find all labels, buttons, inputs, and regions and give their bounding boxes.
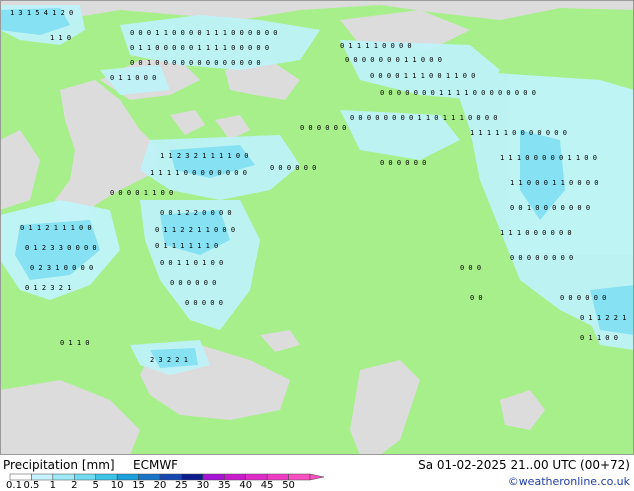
product-title: Precipitation [mm] bbox=[3, 458, 115, 472]
svg-text:1 1 0: 1 1 0 bbox=[50, 34, 71, 42]
legend-tick-label: 15 bbox=[132, 480, 145, 491]
legend-tick-label: 45 bbox=[260, 480, 274, 491]
legend-tick-label: 40 bbox=[239, 480, 253, 491]
svg-text:1 1 0 0 0 1 1 0 0 0 0: 1 1 0 0 0 1 1 0 0 0 0 bbox=[510, 179, 599, 187]
svg-text:0 0 1 0 0 0 0 0 0 0 0 0 0 0 0: 0 0 1 0 0 0 0 0 0 0 0 0 0 0 0 0 bbox=[130, 59, 261, 67]
legend-tick-label: 35 bbox=[217, 480, 231, 491]
svg-text:0 1 1 2 2 1 1 0 0 0: 0 1 1 2 2 1 1 0 0 0 bbox=[155, 226, 235, 234]
svg-text:0 1 1 2 1 1 1 0 0: 0 1 1 2 1 1 1 0 0 bbox=[20, 224, 92, 232]
credit-link[interactable]: ©weatheronline.co.uk bbox=[508, 475, 630, 488]
svg-text:0 0: 0 0 bbox=[470, 294, 483, 302]
svg-text:0 0 0 0 0 0 0 0 1 1 0 1 1 1 0: 0 0 0 0 0 0 0 0 1 1 0 1 1 1 0 0 0 0 bbox=[350, 114, 498, 122]
svg-text:0 0 0: 0 0 0 bbox=[460, 264, 481, 272]
precipitation-map: 0 0 0 1 1 0 0 0 0 1 1 1 0 0 0 0 0 0 0 1 … bbox=[0, 0, 634, 455]
legend-tick-label: 1 bbox=[49, 480, 57, 491]
legend-tick-label: 0.1 bbox=[6, 480, 22, 491]
svg-text:0 0 0 0 1 1 0 0: 0 0 0 0 1 1 0 0 bbox=[110, 189, 173, 197]
svg-text:0 1 1 0 0 0: 0 1 1 0 0 0 bbox=[110, 74, 156, 82]
svg-text:0 0 1 0 0 0 0 0 0 0: 0 0 1 0 0 0 0 0 0 0 bbox=[510, 204, 590, 212]
model-name: ECMWF bbox=[133, 458, 179, 472]
legend-tick-label: 25 bbox=[175, 480, 188, 491]
legend-tick-label: 30 bbox=[196, 480, 210, 491]
svg-text:0 0 0 0 0 0: 0 0 0 0 0 0 bbox=[270, 164, 316, 172]
svg-text:0 1 2 3 2 1: 0 1 2 3 2 1 bbox=[25, 284, 71, 292]
svg-text:0 1 1 0 0: 0 1 1 0 0 bbox=[580, 334, 618, 342]
legend-tick-label: 20 bbox=[153, 480, 167, 491]
legend-arrow bbox=[309, 473, 325, 481]
svg-text:0 0 1 2 2 0 0 0 0: 0 0 1 2 2 0 0 0 0 bbox=[160, 209, 232, 217]
legend-tick-label: 2 bbox=[71, 480, 78, 491]
legend-tick-label: 10 bbox=[110, 480, 124, 491]
svg-text:0 0 0 0 0 0: 0 0 0 0 0 0 bbox=[560, 294, 606, 302]
svg-text:0 2 3 1 0 0 0 0: 0 2 3 1 0 0 0 0 bbox=[30, 264, 93, 272]
svg-text:0 1 1 1 1 0 0 0 0: 0 1 1 1 1 0 0 0 0 bbox=[340, 42, 412, 50]
svg-text:0 0 0 0 0: 0 0 0 0 0 bbox=[185, 299, 223, 307]
svg-text:1 1 1 0 0 0 0 0 0: 1 1 1 0 0 0 0 0 0 bbox=[500, 229, 572, 237]
svg-text:0 1 2 3 3 0 0 0 0: 0 1 2 3 3 0 0 0 0 bbox=[25, 244, 97, 252]
svg-text:0 0 0 0 0 0: 0 0 0 0 0 0 bbox=[170, 279, 216, 287]
svg-text:1 3 1 5 4 1 2 0: 1 3 1 5 4 1 2 0 bbox=[10, 9, 73, 17]
svg-text:0 0 1 1 0 1 0 0: 0 0 1 1 0 1 0 0 bbox=[160, 259, 223, 267]
svg-text:1 1 2 3 2 1 1 1 1 0 0: 1 1 2 3 2 1 1 1 1 0 0 bbox=[160, 152, 249, 160]
svg-text:1 1 1 1 0 0 0 0 0 0 0 0: 1 1 1 1 0 0 0 0 0 0 0 0 bbox=[150, 169, 247, 177]
svg-text:0 1 1 0: 0 1 1 0 bbox=[60, 339, 90, 347]
legend-tick-label: 0.5 bbox=[23, 480, 40, 491]
svg-text:0 0 0 0 1 1 1 0 0 1 1 0 0: 0 0 0 0 1 1 1 0 0 1 1 0 0 bbox=[370, 72, 475, 80]
legend-tick-label: 50 bbox=[282, 480, 295, 491]
svg-text:0 0 0 0 0 0: 0 0 0 0 0 0 bbox=[380, 159, 426, 167]
svg-text:0 0 0 0 0 0 0 0: 0 0 0 0 0 0 0 0 bbox=[510, 254, 573, 262]
svg-text:0 0 0 1 1 0 0 0 0 1 1 1 0 0 0: 0 0 0 1 1 0 0 0 0 1 1 1 0 0 0 0 0 0 bbox=[130, 29, 278, 37]
svg-text:0 1 1 2 2 1: 0 1 1 2 2 1 bbox=[580, 314, 626, 322]
valid-time: Sa 01-02-2025 21..00 UTC (00+72) bbox=[418, 458, 630, 472]
svg-text:2 3 2 2 1: 2 3 2 2 1 bbox=[150, 356, 188, 364]
svg-text:0 0 0 0 0 0 0 1 1 0 0 0: 0 0 0 0 0 0 0 1 1 0 0 0 bbox=[345, 56, 442, 64]
svg-text:0 0 0 0 0 0 0 1 1 1 1 0 0 0 0: 0 0 0 0 0 0 0 1 1 1 1 0 0 0 0 0 0 0 0 bbox=[380, 89, 536, 97]
svg-text:1 1 1 1 1 0 0 0 0 0 0 0: 1 1 1 1 1 0 0 0 0 0 0 0 bbox=[470, 129, 567, 137]
svg-text:0 1 1 1 1 1 1 0: 0 1 1 1 1 1 1 0 bbox=[155, 242, 218, 250]
svg-text:1 1 1 0 0 0 0 0 1 1 0 0: 1 1 1 0 0 0 0 0 1 1 0 0 bbox=[500, 154, 597, 162]
svg-text:0 0 0 0 0 0: 0 0 0 0 0 0 bbox=[300, 124, 346, 132]
svg-text:0 1 1 0 0 0 0 0 1 1 1 1 0 0 0: 0 1 1 0 0 0 0 0 1 1 1 1 0 0 0 0 0 bbox=[130, 44, 269, 52]
legend-tick-label: 5 bbox=[92, 480, 99, 491]
